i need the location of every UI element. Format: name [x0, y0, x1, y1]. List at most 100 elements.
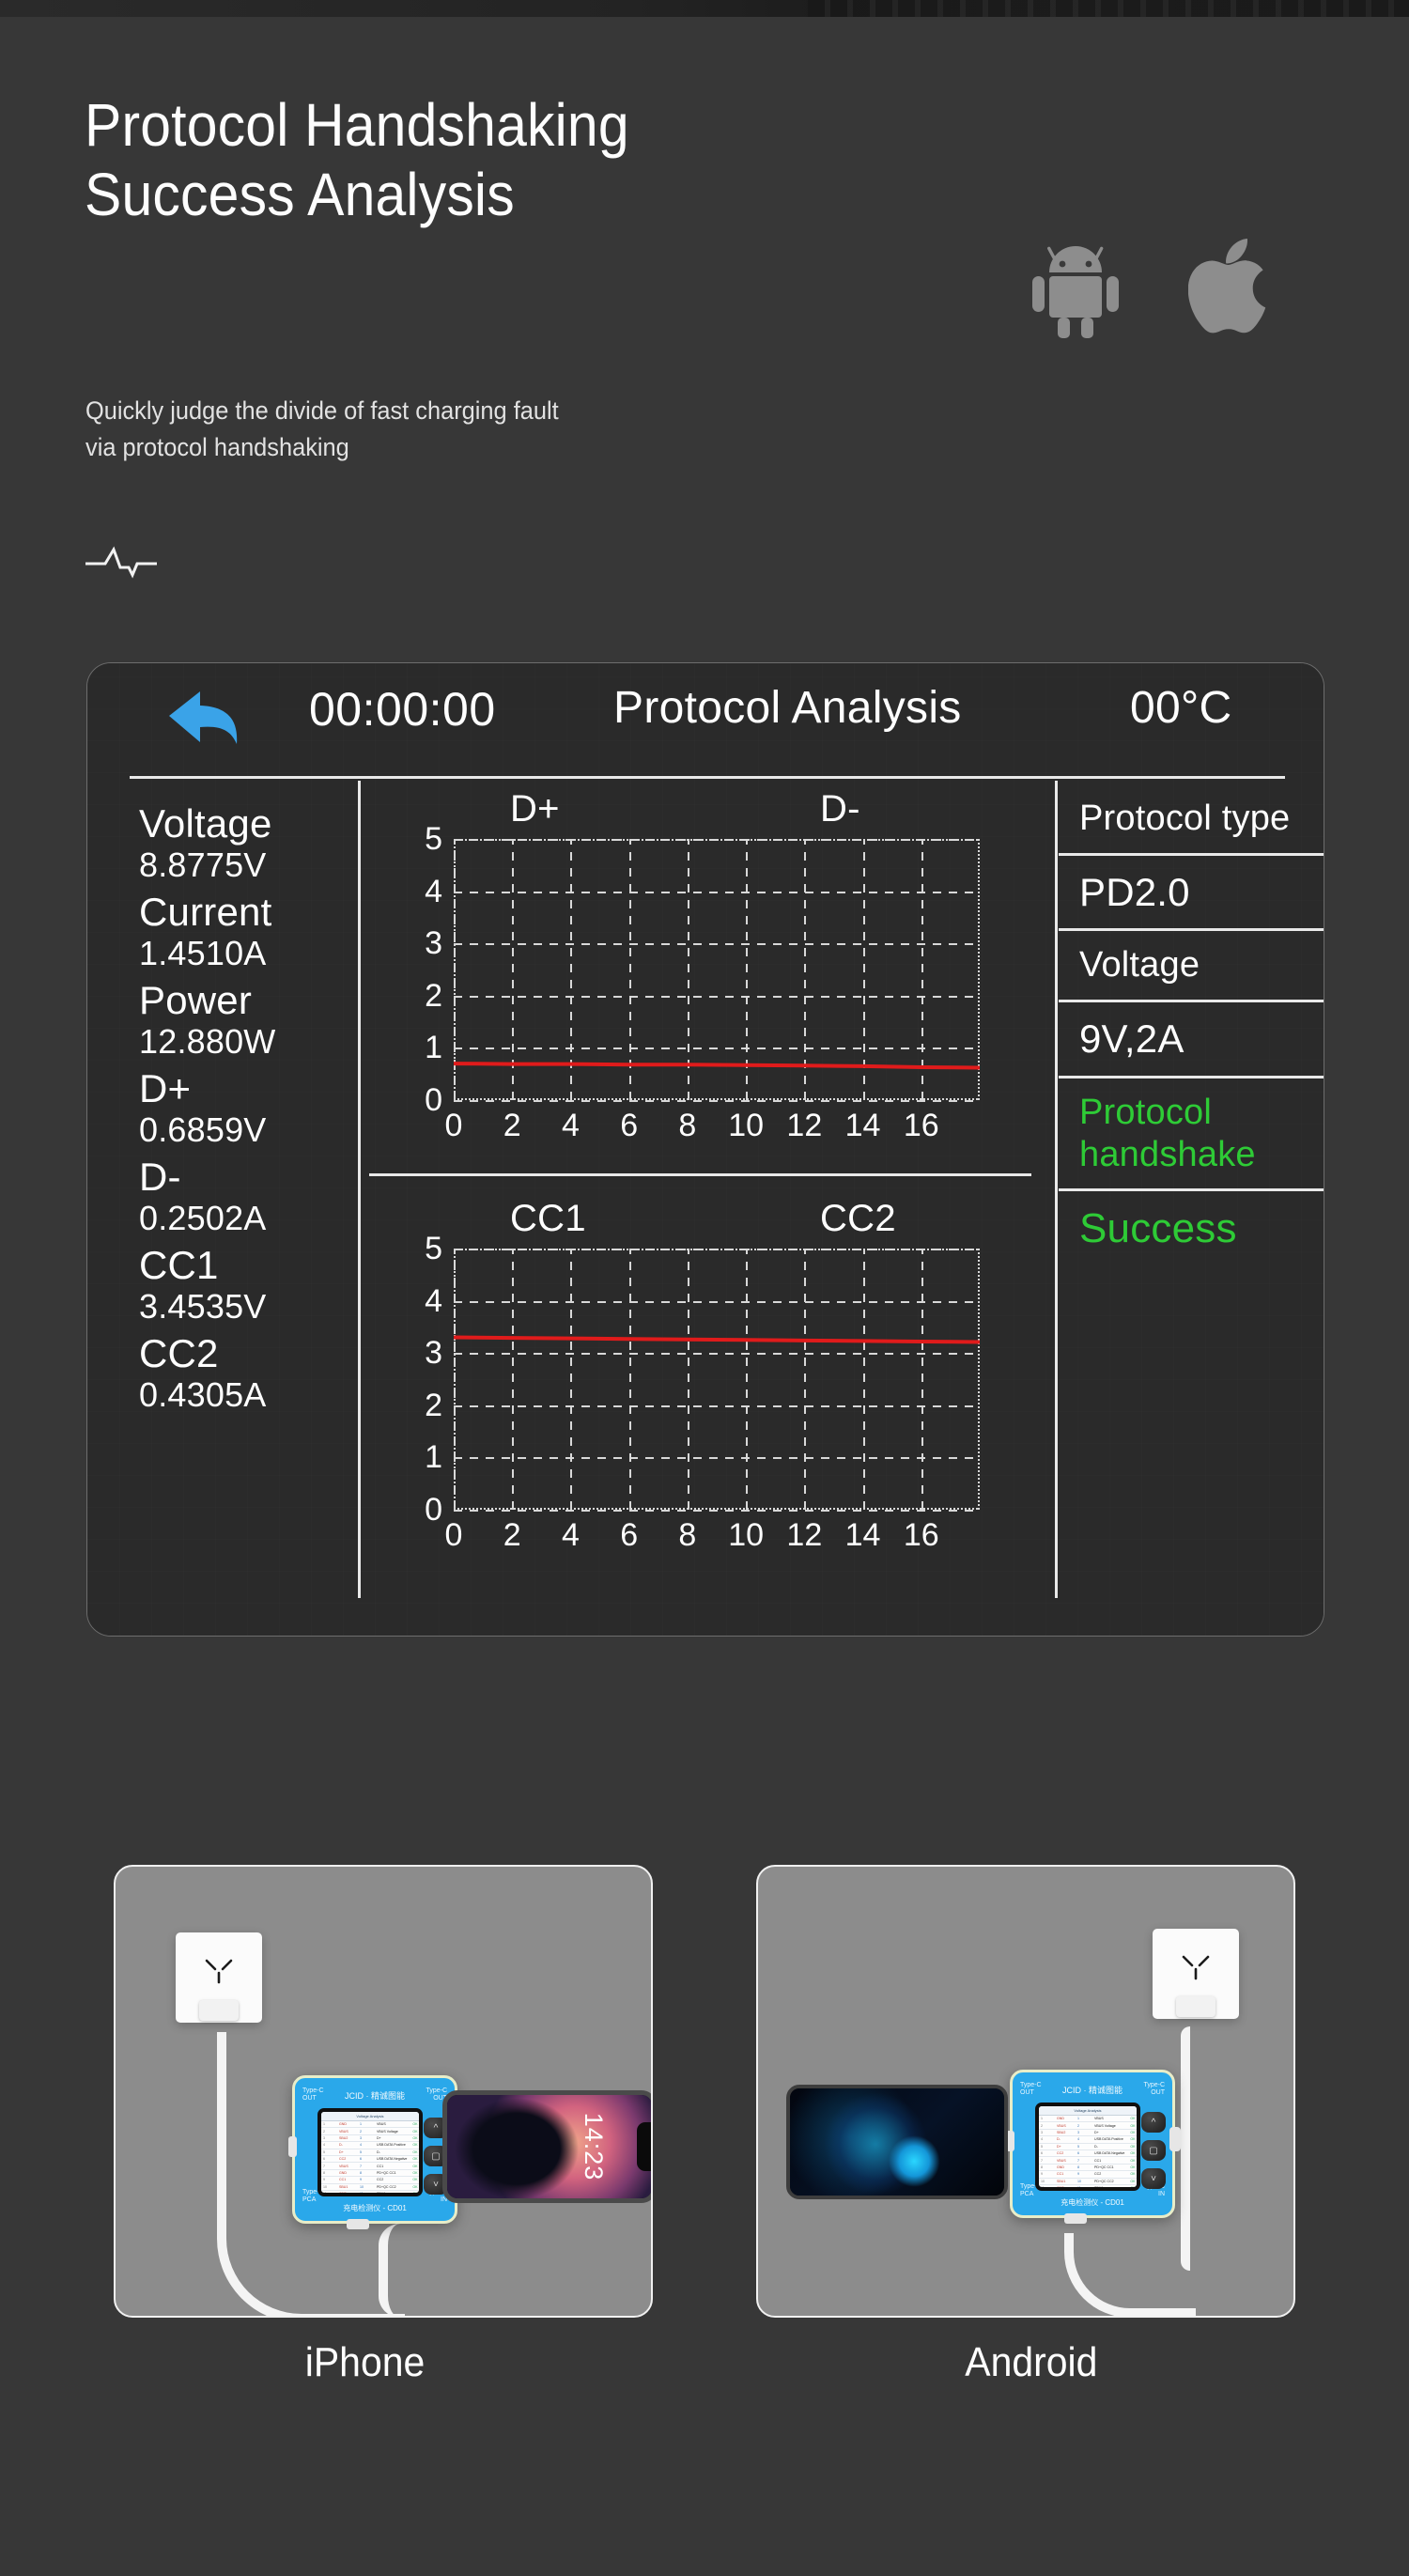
- device-body: Voltage 8.8775V Current 1.4510A Power 12…: [87, 781, 1324, 1631]
- lcd-table-row: 3SBU23D+OK: [1039, 2130, 1137, 2136]
- x-axis-tick: 12: [786, 1519, 822, 1551]
- chart-legend: CC1 CC2: [369, 1198, 1041, 1241]
- reading-current: Current 1.4510A: [139, 890, 350, 972]
- apple-icon: [1188, 239, 1271, 340]
- device-model-label: 充电检测仪 - CD01: [295, 2203, 455, 2213]
- y-axis-tick: 2: [425, 980, 442, 1012]
- jcid-tester-device: Type-C OUT Type-C OUT Type-C PCA Type-C …: [292, 2075, 457, 2224]
- lcd-table: 1GND1VBUSOK2VBUS2VBUS VoltageOK3SBU23D+O…: [321, 2121, 419, 2196]
- lcd-table-row: 8GND8PD+QC CC1OK: [1039, 2165, 1137, 2171]
- y-axis-tick: 0: [425, 1084, 442, 1116]
- reading-dminus: D- 0.2502A: [139, 1155, 350, 1237]
- protocol-handshake-label: Protocol handshake: [1059, 1079, 1324, 1192]
- side-port-right: [1169, 2127, 1181, 2151]
- lcd-table-row: 1GND1VBUSOK: [1039, 2116, 1137, 2122]
- x-axis-tick: 16: [904, 1519, 939, 1551]
- photo-card-android: Type-C OUT Type-C OUT Type-C PCA Type-C …: [756, 1865, 1295, 2318]
- page-title: Protocol Handshaking Success Analysis: [85, 90, 629, 229]
- lcd-table-row: 5D+5D-OK: [321, 2149, 419, 2156]
- lcd-table-row: 10SBU110PD+QC CC2OK: [1039, 2179, 1137, 2185]
- x-axis-tick: 8: [678, 1110, 696, 1141]
- lcd-table-row: 7VBUS7CC1OK: [321, 2163, 419, 2169]
- reading-label: D-: [139, 1155, 350, 1199]
- reading-value: 1.4510A: [139, 934, 350, 972]
- x-axis-tick: 14: [845, 1110, 881, 1141]
- device-screen-surface: 00:00:00 Protocol Analysis 00°C Voltage …: [87, 663, 1324, 1636]
- lcd-table-row: 2VBUS2VBUS VoltageOK: [321, 2128, 419, 2134]
- protocol-handshake-status: Success: [1059, 1191, 1324, 1266]
- jcid-tester-device: Type-C OUT Type-C OUT Type-C PCA Type-C …: [1010, 2070, 1175, 2218]
- lcd-table: 1GND1VBUSOK2VBUS2VBUS VoltageOK3SBU23D+O…: [1039, 2116, 1137, 2191]
- plug-head: [199, 2000, 239, 2021]
- reading-label: D+: [139, 1066, 350, 1110]
- x-axis-tick: 10: [728, 1519, 764, 1551]
- reading-label: CC1: [139, 1243, 350, 1287]
- x-axis-tick: 2: [503, 1519, 521, 1551]
- reading-label: Voltage: [139, 801, 350, 846]
- lcd-table-row: 3SBU23D+OK: [321, 2135, 419, 2142]
- reading-power: Power 12.880W: [139, 978, 350, 1061]
- x-axis-tick: 0: [445, 1519, 463, 1551]
- outlet-holes-icon: [1180, 1953, 1212, 1986]
- gridline-horizontal: [454, 1100, 980, 1102]
- keyboard-texture: [808, 0, 1409, 17]
- outlet-holes-icon: [203, 1957, 235, 1990]
- tester-lcd-screen: Voltage Analysis 1GND1VBUSOK2VBUS2VBUS V…: [1035, 2103, 1140, 2191]
- lcd-table-row: 6CC26USB DATA NegativeOK: [321, 2156, 419, 2163]
- x-axis-tick: 6: [620, 1110, 638, 1141]
- top-photo-strip: [0, 0, 1409, 17]
- x-axis-tick: 2: [503, 1110, 521, 1141]
- device-brand-label: JCID · 精诚图能: [1013, 2084, 1172, 2096]
- y-axis-tick: 1: [425, 1441, 442, 1473]
- os-icon-group: [1029, 239, 1271, 340]
- reading-dplus: D+ 0.6859V: [139, 1066, 350, 1149]
- lcd-table-row: 5D+5D-OK: [1039, 2144, 1137, 2150]
- chart-plot-area: 0246810121416012345: [454, 839, 980, 1100]
- x-axis-tick: 4: [562, 1519, 580, 1551]
- reading-cc2: CC2 0.4305A: [139, 1331, 350, 1414]
- pulse-waveform-icon: [85, 543, 158, 583]
- protocol-type-value: PD2.0: [1059, 856, 1324, 932]
- reading-label: Current: [139, 890, 350, 934]
- card-captions: iPhone Android: [0, 2339, 1409, 2443]
- android-icon: [1029, 239, 1123, 340]
- caption-android: Android: [965, 2339, 1097, 2386]
- y-axis-tick: 3: [425, 927, 442, 959]
- caption-iphone: iPhone: [305, 2339, 425, 2386]
- wall-outlet: [176, 1932, 262, 2023]
- photo-card-iphone: Type-C OUT Type-C OUT Type-C PCA Type-C …: [114, 1865, 653, 2318]
- chart-legend: D+ D-: [369, 788, 1041, 831]
- lcd-table-row: 10SBU110PD+QC CC2OK: [321, 2184, 419, 2191]
- measurement-list: Voltage 8.8775V Current 1.4510A Power 12…: [139, 801, 350, 1420]
- lcd-table-row: 9CC19CC2OK: [321, 2177, 419, 2183]
- ok-button[interactable]: ▢: [1141, 2140, 1166, 2161]
- back-arrow-icon[interactable]: [167, 690, 240, 753]
- iphone-device: 14:23: [442, 2090, 653, 2203]
- y-axis-tick: 5: [425, 1233, 442, 1265]
- tester-button-group[interactable]: ^ ▢ ˅: [1141, 2112, 1166, 2196]
- lcd-table-row: 7VBUS7CC1OK: [1039, 2157, 1137, 2164]
- lcd-table-row: 6CC26USB DATA NegativeOK: [1039, 2150, 1137, 2157]
- lcd-table-row: 11GND11SBU1OK: [321, 2191, 419, 2196]
- x-axis-tick: 0: [445, 1110, 463, 1141]
- iphone-notch: [637, 2122, 652, 2171]
- y-axis-tick: 4: [425, 876, 442, 908]
- chart-dplus-dminus: D+ D- 0246810121416012345: [369, 781, 1041, 1156]
- power-cable-bend: [1064, 2233, 1196, 2318]
- device-topbar: 00:00:00 Protocol Analysis 00°C: [87, 675, 1324, 761]
- reading-value: 8.8775V: [139, 846, 350, 884]
- y-axis-tick: 3: [425, 1337, 442, 1369]
- session-timer: 00:00:00: [309, 682, 496, 737]
- down-button[interactable]: ˅: [1141, 2168, 1166, 2189]
- y-axis-tick: 4: [425, 1285, 442, 1317]
- device-screen-panel: 00:00:00 Protocol Analysis 00°C Voltage …: [86, 662, 1324, 1637]
- up-button[interactable]: ^: [1141, 2112, 1166, 2133]
- gridline-horizontal: [454, 1510, 980, 1512]
- lcd-table-row: 1GND1VBUSOK: [321, 2121, 419, 2128]
- power-cable-riser: [379, 2224, 422, 2318]
- protocol-voltage-label: Voltage: [1059, 931, 1324, 1002]
- lcd-header: Voltage Analysis: [321, 2112, 419, 2121]
- reading-value: 0.6859V: [139, 1110, 350, 1149]
- y-axis-tick: 0: [425, 1494, 442, 1526]
- device-model-label: 充电检测仪 - CD01: [1013, 2197, 1172, 2208]
